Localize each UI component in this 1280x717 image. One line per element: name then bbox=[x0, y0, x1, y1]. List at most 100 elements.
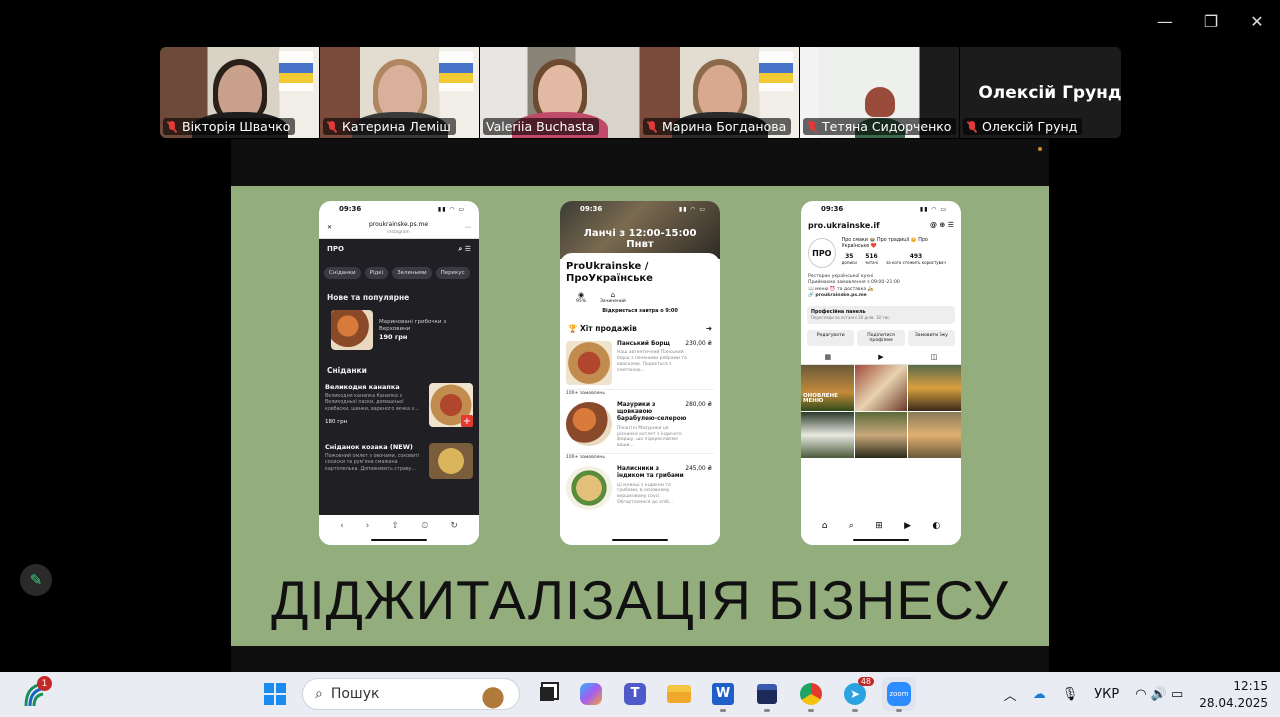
participant-video bbox=[864, 87, 895, 117]
menu-item-info: Великодня канапка Великодня канапка Кана… bbox=[325, 383, 425, 427]
back-icon: ‹ bbox=[340, 521, 344, 531]
presenter-indicator-dot bbox=[1038, 147, 1042, 151]
rating-value: 95% bbox=[576, 299, 587, 304]
dish-image bbox=[566, 341, 612, 385]
category-chip: Перекус bbox=[435, 267, 470, 279]
browser-url-bar: ✕ proukrainske.ps.me instagram ⋯ bbox=[319, 217, 479, 239]
telegram-icon: ➤ bbox=[844, 683, 866, 705]
telegram-button[interactable]: ➤ 48 bbox=[838, 677, 874, 712]
participant-name: Марина Богданова bbox=[662, 119, 787, 134]
participant-tile-no-video[interactable]: Олексій Грунд Олексій Грунд bbox=[960, 47, 1121, 138]
status-time: 09:36 bbox=[821, 205, 844, 213]
search-placeholder: Пошук bbox=[330, 686, 380, 702]
bestsellers-header: 🏆 Хіт продажів ➜ bbox=[566, 320, 714, 337]
start-button[interactable] bbox=[258, 677, 292, 711]
slide-title: ДІДЖИТАЛІЗАЦІЯ БІЗНЕСУ bbox=[271, 569, 1009, 631]
copilot-button[interactable] bbox=[574, 677, 608, 711]
dish-description: Великодня канапка Канапка з Великодньої … bbox=[325, 394, 419, 412]
dish-description: Пікантні Мазурики це різнинка котлет з і… bbox=[617, 425, 682, 449]
save-app-button[interactable] bbox=[750, 677, 784, 712]
lunch-days-text: Пнвт bbox=[626, 239, 654, 250]
file-explorer-button[interactable] bbox=[662, 677, 696, 711]
dish-name: Мариновані грибочки з Верховини bbox=[379, 318, 447, 332]
chrome-button[interactable] bbox=[794, 677, 828, 712]
reload-icon: ↻ bbox=[450, 521, 458, 531]
floppy-disk-icon bbox=[757, 684, 777, 704]
history-icon: ⏲ bbox=[421, 521, 429, 531]
add-post-icon: ⊞ bbox=[875, 521, 883, 531]
word-icon: W bbox=[712, 683, 734, 705]
reels-icon: ▶ bbox=[878, 352, 884, 361]
dish-image bbox=[429, 443, 473, 479]
close-button[interactable]: ✕ bbox=[1234, 8, 1280, 34]
annotate-pen-button[interactable]: ✎ bbox=[20, 564, 52, 596]
wifi-volume-battery-icons[interactable]: ◠ 🔊 ▭ bbox=[1135, 687, 1183, 702]
restore-button[interactable]: ❐ bbox=[1188, 8, 1234, 34]
participant-name: Вікторія Швачко bbox=[182, 119, 291, 134]
clock-time: 12:15 bbox=[1233, 679, 1268, 694]
participant-tile[interactable]: Вікторія Швачко bbox=[160, 47, 320, 138]
category-chip: Зелеными bbox=[392, 267, 432, 279]
profile-info: Про смаки 🍲 Про традиції 👑 Про Українськ… bbox=[842, 238, 954, 268]
dish-row: Панський Борщ Наш автентичний Панський б… bbox=[566, 337, 714, 390]
search-menu-icons: ⌕ ☰ bbox=[458, 244, 471, 253]
participant-nameplate: Марина Богданова bbox=[643, 118, 792, 135]
mic-muted-icon bbox=[646, 120, 658, 133]
dish-price: 245,00 ₴ bbox=[685, 466, 712, 473]
language-indicator[interactable]: УКР bbox=[1094, 687, 1119, 702]
dish-name: Сніданок козака (NEW) bbox=[325, 443, 413, 451]
stat-followers: 516 читачі bbox=[865, 253, 878, 265]
minimize-button[interactable]: — bbox=[1142, 8, 1188, 34]
zoom-meeting-window: — ❐ ✕ Вікторія Швачко Катерина Леміш Val… bbox=[0, 0, 1280, 717]
participant-name: Тетяна Сидорченко bbox=[822, 119, 952, 134]
word-button[interactable]: W bbox=[706, 677, 740, 712]
chevron-up-icon[interactable]: ︿ bbox=[1004, 685, 1017, 704]
profile-avatar: ПРО bbox=[808, 238, 836, 268]
taskbar-clock[interactable]: 12:15 28.04.2025 bbox=[1199, 678, 1268, 710]
status-stat: ⌂ Зачинений bbox=[600, 291, 626, 304]
stat-label: дописи bbox=[841, 260, 857, 266]
participant-tile[interactable]: Катерина Леміш bbox=[320, 47, 480, 138]
rating-stat: ◉ 95% bbox=[576, 291, 586, 304]
participant-tile[interactable]: Тетяна Сидорченко bbox=[800, 47, 960, 138]
grid-icon: ▦ bbox=[824, 352, 832, 361]
link-text: proukrainske.ps.me bbox=[815, 293, 867, 299]
profile-tagline: Про смаки 🍲 Про традиції 👑 Про Українськ… bbox=[841, 238, 928, 250]
microphone-icon[interactable]: 🎙 bbox=[1062, 687, 1079, 702]
dish-image bbox=[566, 466, 612, 511]
participant-tile[interactable]: Марина Богданова bbox=[640, 47, 800, 138]
category-chip: Рідкі bbox=[364, 267, 389, 279]
signal-wifi-battery-icon: ▮▮ ◠ ▭ bbox=[678, 205, 706, 213]
windows-taskbar: 1 ⌕ Пошук T W ➤ 48 zoom ︿ ☁ 🎙 УКР ◠ 🔊 ▭ … bbox=[0, 672, 1280, 717]
logo-image bbox=[279, 51, 313, 91]
mic-muted-icon bbox=[166, 120, 178, 133]
phone-status-bar: 09:36 ▮▮ ◠ ▭ bbox=[319, 201, 479, 217]
profile-tabs: ▦ ▶ ◫ bbox=[801, 348, 961, 365]
teams-button[interactable]: T bbox=[618, 677, 652, 711]
search-highlight-image bbox=[473, 681, 513, 709]
menu-item: Сніданок козака (NEW) Пожовний омлет з о… bbox=[319, 439, 479, 483]
taskbar-search[interactable]: ⌕ Пошук bbox=[302, 678, 520, 710]
zoom-button[interactable]: zoom bbox=[882, 677, 916, 712]
mic-muted-icon bbox=[326, 120, 338, 133]
onedrive-icon[interactable]: ☁ bbox=[1033, 687, 1046, 702]
dish-price: 280,00 ₴ bbox=[685, 402, 712, 408]
task-view-button[interactable] bbox=[530, 677, 564, 711]
post-thumbnail bbox=[854, 364, 908, 411]
participant-tile-active-speaker[interactable]: Valeriia Buchasta bbox=[480, 47, 640, 138]
professional-dashboard: Професійна панель Перегляди за останні 3… bbox=[807, 305, 955, 324]
profile-buttons: Редагувати Поділитися профілем Замовити … bbox=[801, 328, 961, 348]
restaurant-header-image: 09:36 ▮▮ ◠ ▭ Ланчі з 12:00-15:00 Пнвт bbox=[560, 201, 720, 259]
dish-price: 180 грн bbox=[325, 419, 348, 426]
teams-icon: T bbox=[624, 683, 646, 705]
dish-row: Налисники з індиком та грибами Ці млинці… bbox=[566, 462, 714, 514]
zoom-icon: zoom bbox=[887, 682, 911, 706]
presentation-slide: 09:36 ▮▮ ◠ ▭ ✕ proukrainske.ps.me instagra… bbox=[231, 186, 1049, 646]
dish-image bbox=[566, 402, 612, 446]
bestsellers-label: Хіт продажів bbox=[579, 324, 637, 333]
participant-nameplate: Олексій Грунд bbox=[963, 118, 1083, 135]
home-icon: ⌂ bbox=[821, 521, 828, 531]
status-label: Зачинений bbox=[600, 299, 626, 304]
widgets-button[interactable]: 1 bbox=[18, 676, 52, 710]
search-icon: ⌕ bbox=[315, 686, 323, 702]
